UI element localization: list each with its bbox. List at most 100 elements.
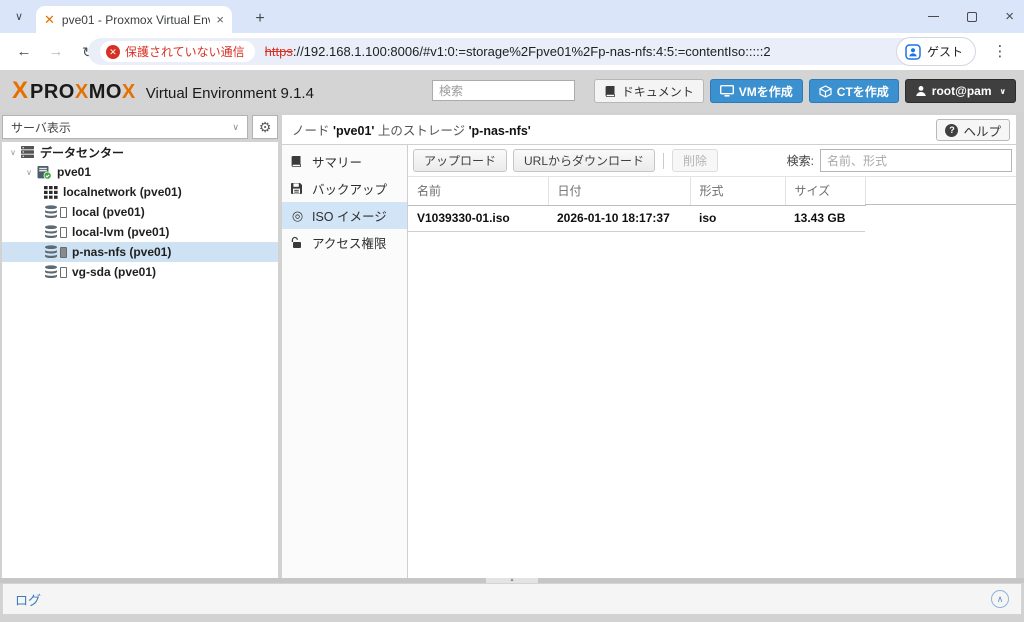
create-ct-label: CTを作成 — [837, 83, 889, 100]
user-icon — [915, 85, 927, 97]
collapse-up-icon[interactable]: ∧ — [991, 590, 1009, 608]
column-header-size[interactable]: サイズ — [785, 177, 865, 205]
create-ct-button[interactable]: CTを作成 — [809, 79, 899, 103]
book-icon — [604, 85, 617, 98]
tree-item-storage-local-lvm[interactable]: local-lvm (pve01) — [2, 222, 278, 242]
tab-close-icon[interactable]: × — [216, 12, 224, 27]
brand-name: PROXMOX — [30, 81, 136, 104]
view-selector-label: サーバ表示 — [11, 119, 71, 136]
tree-item-storage-p-nas-nfs[interactable]: p-nas-nfs (pve01) — [2, 242, 278, 262]
question-icon: ? — [945, 124, 958, 137]
menu-item-backup[interactable]: バックアップ — [282, 175, 407, 202]
tree-item-label: local-lvm (pve01) — [72, 225, 169, 239]
tree-item-label: localnetwork (pve01) — [63, 185, 182, 199]
cell-name[interactable]: V1039330-01.iso — [408, 205, 548, 231]
storage-icon — [44, 225, 67, 239]
storage-menu: サマリー バックアップ ◎ ISO イメージ アクセス権限 — [282, 145, 408, 578]
proxmox-x-icon: X — [12, 78, 28, 104]
node-online-icon — [36, 165, 52, 180]
column-header-name[interactable]: 名前 — [408, 177, 548, 205]
tree-item-label: p-nas-nfs (pve01) — [72, 245, 171, 259]
menu-item-iso-images[interactable]: ◎ ISO イメージ — [282, 202, 407, 229]
help-label: ヘルプ — [963, 121, 1001, 140]
unlock-icon — [290, 236, 305, 249]
filter-search-input[interactable] — [820, 149, 1012, 172]
storage-icon — [44, 245, 67, 259]
tree-expand-icon[interactable]: ∨ — [22, 168, 36, 177]
profile-button[interactable]: ゲスト — [896, 37, 976, 66]
tree-item-node-pve01[interactable]: ∨ pve01 — [2, 162, 278, 182]
forward-button: → — [44, 40, 68, 64]
create-vm-button[interactable]: VMを作成 — [710, 79, 803, 103]
new-tab-button[interactable]: + — [248, 7, 272, 31]
proxmox-header: X PROXMOX Virtual Environment 9.1.4 ドキュメ… — [0, 70, 1024, 112]
documentation-button[interactable]: ドキュメント — [594, 79, 704, 103]
window-controls: × — [928, 0, 1014, 33]
menu-item-label: サマリー — [312, 152, 362, 171]
browser-toolbar: ← → ↻ ✕ 保護されていない通信 https://192.168.1.100… — [0, 33, 1024, 70]
version-label: Virtual Environment 9.1.4 — [146, 85, 314, 102]
datacenter-icon — [20, 145, 35, 159]
remove-button: 削除 — [672, 149, 718, 172]
monitor-icon — [720, 85, 734, 97]
help-button[interactable]: ? ヘルプ — [936, 119, 1010, 141]
column-header-format[interactable]: 形式 — [690, 177, 785, 205]
url-rest: ://192.168.1.100:8006/#v1:0:=storage%2Fp… — [293, 44, 771, 59]
upload-button[interactable]: アップロード — [413, 149, 507, 172]
storage-icon — [44, 265, 67, 279]
minimize-button[interactable] — [928, 16, 939, 17]
tree-item-label: pve01 — [57, 165, 91, 179]
url-text: https://192.168.1.100:8006/#v1:0:=storag… — [265, 44, 771, 59]
menu-item-permissions[interactable]: アクセス権限 — [282, 229, 407, 256]
address-bar[interactable]: ✕ 保護されていない通信 https://192.168.1.100:8006/… — [88, 38, 920, 65]
documentation-label: ドキュメント — [622, 83, 694, 100]
tree-item-storage-local[interactable]: local (pve01) — [2, 202, 278, 222]
proxmox-favicon-icon: ✕ — [44, 12, 55, 28]
chevron-down-icon: ∨ — [232, 122, 239, 133]
browser-menu-icon[interactable]: ⋮ — [990, 40, 1010, 64]
tree-item-label: local (pve01) — [72, 205, 145, 219]
browser-tab[interactable]: ✕ pve01 - Proxmox Virtual Environ × — [36, 6, 232, 33]
iso-content-panel: アップロード URLからダウンロード 削除 検索: 名前 日付 形式 サイズ V… — [408, 145, 1016, 578]
sidebar-gear-button[interactable]: ⚙ — [252, 115, 278, 139]
tree-item-datacenter[interactable]: ∨ データセンター — [2, 142, 278, 162]
log-link[interactable]: ログ — [15, 590, 41, 609]
tree-item-label: データセンター — [40, 144, 124, 161]
create-vm-label: VMを作成 — [739, 83, 793, 100]
cell-date[interactable]: 2026-01-10 18:17:37 — [548, 205, 690, 231]
view-selector-dropdown[interactable]: サーバ表示 ∨ — [2, 115, 248, 139]
window-close-button[interactable]: × — [1005, 9, 1014, 24]
profile-label: ゲスト — [927, 43, 963, 60]
cell-format[interactable]: iso — [690, 205, 785, 231]
security-badge-label: 保護されていない通信 — [125, 43, 245, 60]
tree-item-label: vg-sda (pve01) — [72, 265, 156, 279]
storage-status-icon — [60, 267, 67, 278]
guest-avatar-icon — [905, 44, 921, 60]
back-button[interactable]: ← — [12, 40, 36, 64]
column-header-date[interactable]: 日付 — [548, 177, 690, 205]
tab-search-chevron-icon[interactable]: ∨ — [8, 6, 30, 28]
cell-size[interactable]: 13.43 GB — [785, 205, 865, 231]
network-icon — [44, 186, 58, 199]
panel-title-text: ノード 'pve01' 上のストレージ 'p-nas-nfs' — [292, 120, 531, 139]
tab-title: pve01 - Proxmox Virtual Environ — [62, 13, 211, 27]
download-from-url-button[interactable]: URLからダウンロード — [513, 149, 655, 172]
header-filler — [865, 177, 1016, 205]
user-menu-button[interactable]: root@pam ∨ — [905, 79, 1016, 103]
not-secure-icon: ✕ — [106, 45, 120, 59]
storage-icon — [44, 205, 67, 219]
resource-tree: ∨ データセンター ∨ pve01 localnetwork (pve01) l… — [2, 142, 278, 578]
global-search-input[interactable] — [432, 80, 575, 101]
iso-table: 名前 日付 形式 サイズ V1039330-01.iso 2026-01-10 … — [408, 177, 866, 232]
menu-item-summary[interactable]: サマリー — [282, 148, 407, 175]
tree-item-storage-vg-sda[interactable]: vg-sda (pve01) — [2, 262, 278, 282]
panel-title: ノード 'pve01' 上のストレージ 'p-nas-nfs' ? ヘルプ — [282, 115, 1016, 145]
maximize-button[interactable] — [967, 12, 977, 22]
tree-expand-icon[interactable]: ∨ — [6, 148, 20, 157]
menu-item-label: アクセス権限 — [312, 233, 386, 252]
storage-status-icon — [60, 227, 67, 238]
menu-item-label: バックアップ — [312, 179, 387, 198]
security-badge[interactable]: ✕ 保護されていない通信 — [100, 41, 255, 62]
tree-item-localnetwork[interactable]: localnetwork (pve01) — [2, 182, 278, 202]
table-row[interactable]: V1039330-01.iso 2026-01-10 18:17:37 iso … — [408, 205, 865, 231]
